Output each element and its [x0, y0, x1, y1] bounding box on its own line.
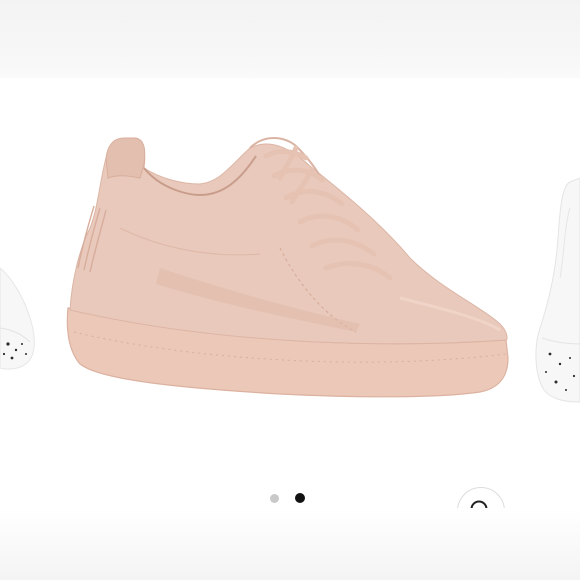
white-sneaker-image	[0, 267, 35, 370]
magnifier-icon	[470, 500, 488, 508]
zoom-button[interactable]	[457, 487, 505, 508]
white-sneaker-high-top-image	[535, 178, 580, 403]
carousel-pagination	[270, 492, 314, 504]
pagination-dot-1[interactable]	[270, 493, 279, 503]
pagination-dot-2-active[interactable]	[295, 493, 305, 503]
blush-suede-sneaker[interactable]	[60, 118, 520, 408]
top-background-band	[0, 0, 580, 78]
blush-suede-sneaker-image	[66, 137, 509, 398]
white-sneaker-partial-right[interactable]	[530, 178, 580, 418]
white-sneaker-partial-left[interactable]	[0, 258, 40, 378]
product-image-gallery[interactable]	[0, 78, 580, 508]
bottom-background-band	[0, 508, 580, 580]
